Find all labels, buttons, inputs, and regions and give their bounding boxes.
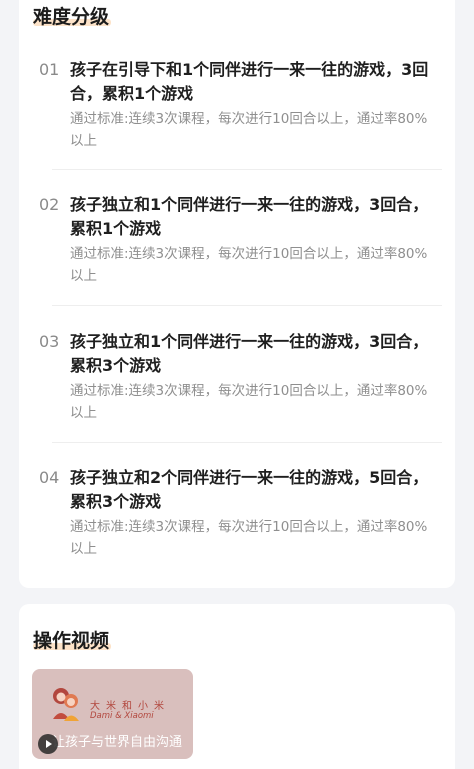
level-title: 孩子独立和1个同伴进行一来一往的游戏，3回合，累积3个游戏	[70, 332, 429, 375]
brand-logo-icon	[53, 688, 79, 721]
divider	[52, 169, 442, 170]
level-criteria: 通过标准:连续3次课程，每次进行10回合以上，通过率80%以上	[70, 246, 428, 284]
video-slogan: 让孩子与世界自由沟通	[52, 735, 183, 750]
level-criteria: 通过标准:连续3次课程，每次进行10回合以上，通过率80%以上	[70, 111, 428, 149]
video-section-title: 操作视频	[33, 630, 110, 652]
level-title: 孩子独立和2个同伴进行一来一往的游戏，5回合，累积3个游戏	[70, 468, 429, 511]
level-title: 孩子在引导下和1个同伴进行一来一往的游戏，3回合，累积1个游戏	[70, 60, 429, 103]
difficulty-section-title: 难度分级	[33, 6, 110, 28]
level-number: 03	[39, 332, 60, 351]
level-criteria: 通过标准:连续3次课程，每次进行10回合以上，通过率80%以上	[70, 519, 428, 557]
video-thumbnail[interactable]: 大米和小米 Dami & Xiaomi 让孩子与世界自由沟通	[32, 669, 193, 759]
divider	[52, 305, 442, 306]
level-number: 04	[39, 468, 60, 487]
level-criteria: 通过标准:连续3次课程，每次进行10回合以上，通过率80%以上	[70, 383, 428, 421]
brand-name-en: Dami & Xiaomi	[90, 711, 154, 721]
play-icon[interactable]	[38, 734, 58, 754]
divider	[52, 442, 442, 443]
level-number: 02	[39, 195, 60, 214]
brand-name-cn: 大米和小米	[90, 701, 170, 712]
video-card: 操作视频 大米和小米 Dami & Xiaomi 让孩子与世界自由沟通	[19, 604, 455, 769]
level-number: 01	[39, 60, 60, 79]
level-title: 孩子独立和1个同伴进行一来一往的游戏，3回合，累积1个游戏	[70, 195, 429, 238]
difficulty-card: 难度分级 01 孩子在引导下和1个同伴进行一来一往的游戏，3回合，累积1个游戏 …	[19, 0, 455, 588]
